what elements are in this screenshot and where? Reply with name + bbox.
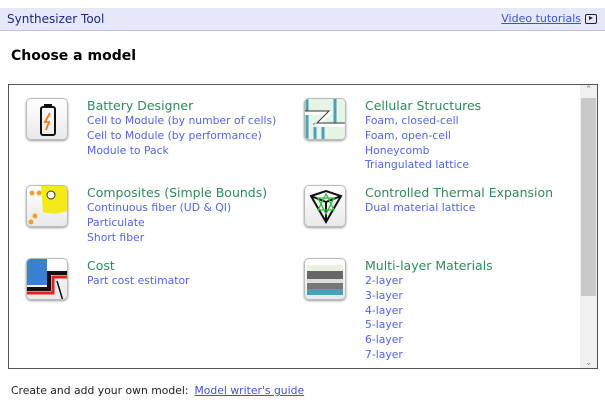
model-link[interactable]: Part cost estimator [87, 274, 190, 289]
model-writers-guide-link[interactable]: Model writer's guide [194, 384, 304, 397]
model-link[interactable]: 5-layer [365, 318, 493, 333]
footer-text: Create and add your own model: [11, 384, 189, 397]
page-title: Choose a model [11, 48, 137, 64]
model-title[interactable]: Cellular Structures [365, 98, 481, 114]
model-link[interactable]: Particulate [87, 216, 267, 231]
lattice-icon[interactable] [304, 185, 346, 227]
model-title[interactable]: Controlled Thermal Expansion [365, 185, 553, 201]
model-link[interactable]: Module to Pack [87, 144, 276, 159]
cost-icon[interactable] [26, 258, 68, 300]
model-link[interactable]: Foam, open-cell [365, 129, 481, 144]
model-link[interactable]: Foam, closed-cell [365, 114, 481, 129]
model-title[interactable]: Battery Designer [87, 98, 276, 114]
multi-layer-icon[interactable] [304, 258, 346, 300]
app-title: Synthesizer Tool [7, 12, 105, 26]
title-bar: Synthesizer Tool Video tutorials [0, 8, 605, 31]
cellular-structure-icon[interactable] [304, 98, 346, 140]
model-link[interactable]: 3-layer [365, 289, 493, 304]
composites-icon[interactable] [26, 185, 68, 227]
scroll-down-icon[interactable]: ⌄ [580, 358, 597, 368]
model-link[interactable]: Triangulated lattice [365, 158, 481, 173]
model-link[interactable]: 7-layer [365, 348, 493, 363]
scroll-up-icon[interactable]: ⌃ [580, 85, 597, 95]
model-title[interactable]: Multi-layer Materials [365, 258, 493, 274]
video-play-icon[interactable] [585, 14, 597, 24]
model-list-panel: Battery Designer Cell to Module (by numb… [8, 84, 598, 369]
model-link[interactable]: Dual material lattice [365, 201, 553, 216]
model-link[interactable]: Continuous fiber (UD & QI) [87, 201, 267, 216]
model-link[interactable]: Short fiber [87, 231, 267, 246]
model-link[interactable]: Cell to Module (by number of cells) [87, 114, 276, 129]
scrollbar-thumb[interactable] [581, 98, 596, 296]
model-title[interactable]: Cost [87, 258, 190, 274]
vertical-scrollbar[interactable]: ⌃ ⌄ [580, 85, 597, 368]
model-link[interactable]: Honeycomb [365, 144, 481, 159]
video-tutorials-link[interactable]: Video tutorials [501, 12, 581, 25]
model-link[interactable]: 4-layer [365, 304, 493, 319]
battery-icon[interactable] [26, 98, 68, 140]
model-link[interactable]: Cell to Module (by performance) [87, 129, 276, 144]
model-link[interactable]: 6-layer [365, 333, 493, 348]
model-title[interactable]: Composites (Simple Bounds) [87, 185, 267, 201]
model-link[interactable]: 2-layer [365, 274, 493, 289]
footer: Create and add your own model: Model writ… [11, 384, 304, 397]
